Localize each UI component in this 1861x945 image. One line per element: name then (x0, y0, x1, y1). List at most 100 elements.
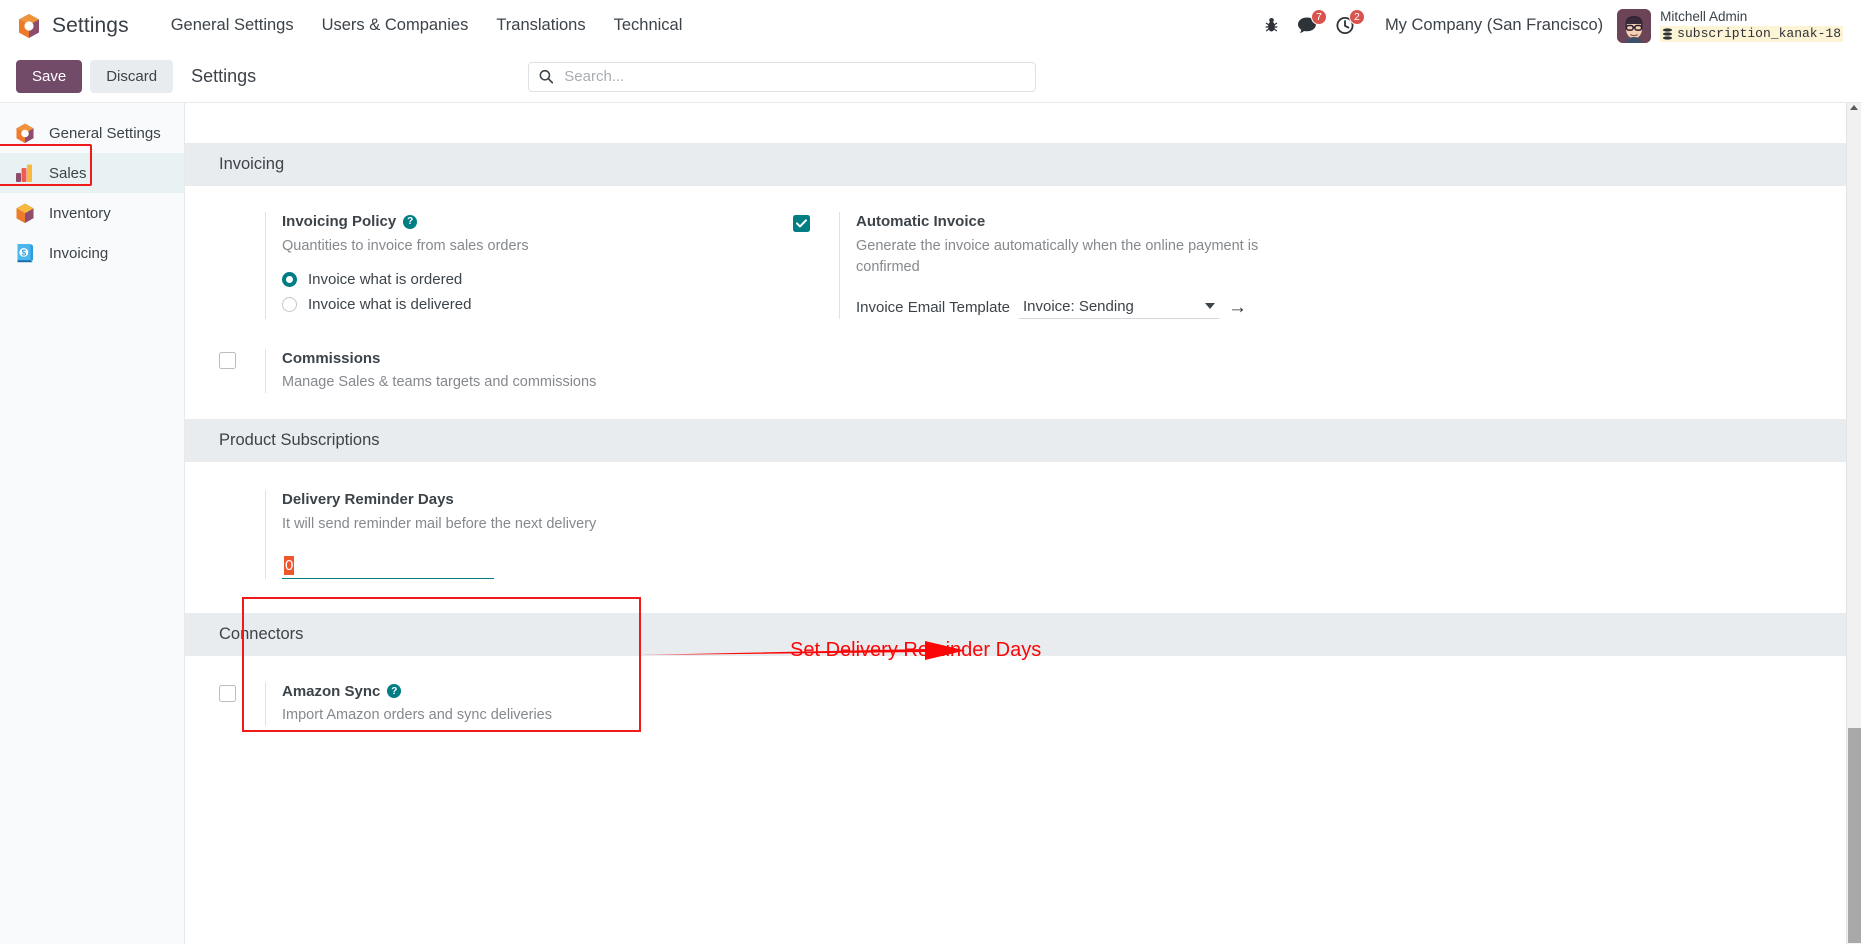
invoicing-settings-row: Invoicing Policy ? Quantities to invoice… (219, 212, 1861, 319)
amazon-sync-label: Amazon Sync ? (282, 682, 793, 702)
activities-count-badge: 2 (1348, 9, 1365, 25)
search-input[interactable] (562, 67, 1025, 86)
invoicing-policy-label-text: Invoicing Policy (282, 213, 397, 230)
nav-general-settings[interactable]: General Settings (157, 10, 308, 41)
settings-main-panel: Invoicing Invoicing Policy ? Quantities … (185, 103, 1861, 944)
invoice-email-template-select[interactable]: Invoice: Sending (1018, 296, 1219, 319)
invoicing-policy-spacer (219, 212, 265, 319)
invoicing-policy-description: Quantities to invoice from sales orders (282, 237, 529, 254)
database-name: subscription_kanak-18 (1677, 25, 1841, 41)
chevron-down-icon[interactable] (1204, 303, 1215, 310)
section-body-product-subscriptions: Delivery Reminder Days It will send remi… (185, 462, 1861, 613)
check-icon (796, 219, 807, 228)
discard-button[interactable]: Discard (90, 59, 174, 94)
setting-invoicing-policy: Invoicing Policy ? Quantities to invoice… (219, 212, 793, 319)
radio-invoice-what-is-delivered[interactable]: Invoice what is delivered (282, 296, 793, 313)
user-menu[interactable]: Mitchell Admin subscription_kanak-18 (1617, 8, 1847, 43)
invoice-email-template-row: Invoice Email Template Invoice: Sending … (856, 296, 1367, 319)
section-body-connectors: Amazon Sync ? Import Amazon orders and s… (185, 656, 1861, 753)
sidebar-item-invoicing[interactable]: $ Invoicing (0, 233, 184, 273)
main-top-spacer (185, 103, 1861, 143)
delivery-reminder-description: It will send reminder mail before the ne… (282, 515, 597, 532)
save-button[interactable]: Save (16, 59, 83, 94)
search-box[interactable] (528, 61, 1036, 92)
amazon-sync-checkbox[interactable] (219, 684, 236, 702)
radio-delivered-label: Invoice what is delivered (308, 295, 472, 313)
main-menu: General Settings Users & Companies Trans… (157, 10, 697, 41)
delivery-reminder-content: Delivery Reminder Days It will send remi… (265, 490, 793, 579)
odoo-settings-icon (14, 122, 36, 144)
section-body-invoicing: Invoicing Policy ? Quantities to invoice… (185, 186, 1861, 419)
scroll-up-arrow-icon[interactable] (1850, 105, 1858, 110)
delivery-reminder-spacer (219, 490, 265, 579)
commissions-label: Commissions (282, 349, 381, 367)
question-mark-icon[interactable]: ? (403, 214, 418, 229)
amazon-sync-label-text: Amazon Sync (282, 682, 381, 700)
delivery-reminder-days-input[interactable]: 0 (282, 555, 494, 579)
sidebar-item-label: Invoicing (49, 244, 109, 262)
automatic-invoice-description: Generate the invoice automatically when … (856, 237, 1259, 275)
amazon-sync-content: Amazon Sync ? Import Amazon orders and s… (265, 681, 793, 727)
invoice-email-template-label: Invoice Email Template (856, 298, 1010, 316)
sidebar-item-label: General Settings (49, 124, 161, 142)
automatic-invoice-checkbox-col (793, 212, 839, 319)
sales-chart-icon (14, 162, 36, 184)
section-header-product-subscriptions: Product Subscriptions (185, 419, 1861, 463)
radio-invoice-what-is-ordered[interactable]: Invoice what is ordered (282, 271, 793, 288)
vertical-scrollbar[interactable] (1846, 103, 1861, 944)
radio-ordered-label: Invoice what is ordered (308, 270, 463, 288)
sidebar-item-label: Sales (49, 164, 87, 182)
amazon-sync-description: Import Amazon orders and sync deliveries (282, 707, 552, 724)
delivery-reminder-label: Delivery Reminder Days (282, 491, 454, 509)
commissions-content: Commissions Manage Sales & teams targets… (265, 348, 793, 394)
delivery-reminder-days-value: 0 (284, 555, 295, 575)
setting-commissions: Commissions Manage Sales & teams targets… (219, 348, 793, 394)
annotation-callout-text: Set Delivery Reminder Days (790, 639, 1042, 661)
setting-delivery-reminder-days: Delivery Reminder Days It will send remi… (219, 490, 793, 579)
settings-sidebar: General Settings Sales Inventory $ Invoi… (0, 103, 185, 944)
invoicing-dollar-icon: $ (14, 242, 36, 264)
section-header-invoicing: Invoicing (185, 143, 1861, 186)
commissions-settings-row: Commissions Manage Sales & teams targets… (219, 348, 1861, 394)
vertical-scroll-thumb[interactable] (1848, 728, 1861, 943)
odoo-logo-icon[interactable] (16, 12, 42, 40)
radio-delivered-icon[interactable] (282, 296, 297, 312)
arrow-right-icon[interactable]: → (1228, 298, 1247, 317)
company-switcher[interactable]: My Company (San Francisco) (1365, 16, 1617, 35)
delivery-reminder-input-wrap: 0 (282, 555, 793, 579)
radio-ordered-icon[interactable] (282, 271, 297, 287)
app-brand-title[interactable]: Settings (52, 14, 129, 38)
sidebar-item-general-settings[interactable]: General Settings (0, 113, 184, 153)
automatic-invoice-content: Automatic Invoice Generate the invoice a… (839, 212, 1367, 319)
commissions-checkbox-col (219, 349, 265, 394)
commissions-checkbox[interactable] (219, 351, 236, 369)
automatic-invoice-checkbox[interactable] (793, 215, 810, 232)
setting-amazon-sync: Amazon Sync ? Import Amazon orders and s… (219, 681, 793, 727)
page-body: General Settings Sales Inventory $ Invoi… (0, 103, 1861, 944)
database-chip: subscription_kanak-18 (1660, 25, 1843, 42)
svg-text:$: $ (22, 249, 27, 258)
sidebar-item-label: Inventory (49, 204, 111, 222)
sidebar-item-inventory[interactable]: Inventory (0, 193, 184, 233)
nav-users-companies[interactable]: Users & Companies (308, 10, 483, 41)
invoicing-policy-radio-group: Invoice what is ordered Invoice what is … (282, 271, 793, 313)
amazon-sync-row: Amazon Sync ? Import Amazon orders and s… (219, 681, 1861, 727)
sidebar-item-sales[interactable]: Sales (0, 144, 184, 193)
invoicing-policy-label: Invoicing Policy ? (282, 212, 793, 232)
commissions-description: Manage Sales & teams targets and commiss… (282, 374, 597, 391)
database-icon (1663, 28, 1673, 40)
bug-icon[interactable] (1255, 13, 1288, 38)
messages-count-badge: 7 (1310, 9, 1327, 25)
breadcrumb: Settings (191, 66, 257, 86)
nav-translations[interactable]: Translations (482, 10, 599, 41)
setting-automatic-invoice: Automatic Invoice Generate the invoice a… (793, 212, 1367, 319)
search-icon (539, 69, 554, 84)
messages-counter[interactable]: 7 (1288, 9, 1327, 39)
nav-technical[interactable]: Technical (600, 10, 697, 41)
question-mark-icon[interactable]: ? (387, 684, 402, 699)
delivery-reminder-row: Delivery Reminder Days It will send remi… (219, 490, 1861, 579)
user-avatar[interactable] (1617, 8, 1652, 43)
invoice-email-template-value: Invoice: Sending (1022, 297, 1134, 315)
activities-counter[interactable]: 2 (1327, 9, 1365, 39)
user-meta: Mitchell Admin subscription_kanak-18 (1660, 9, 1843, 42)
